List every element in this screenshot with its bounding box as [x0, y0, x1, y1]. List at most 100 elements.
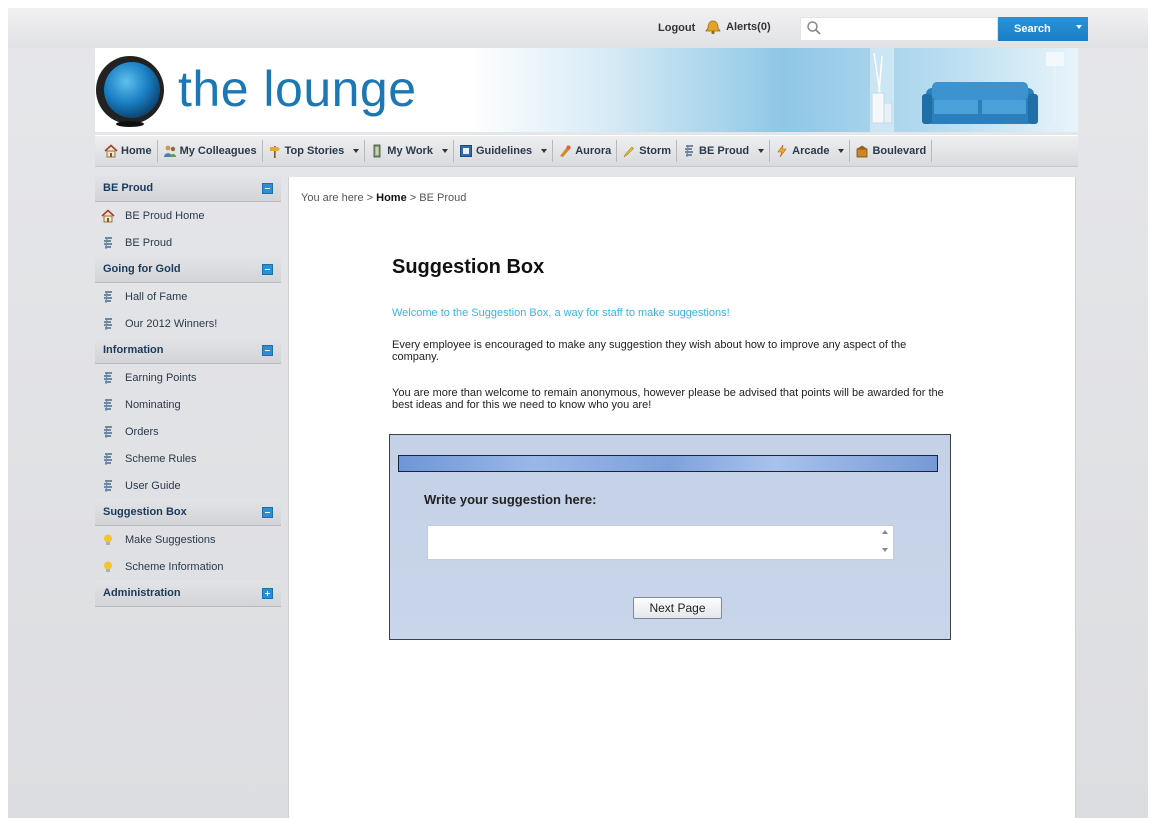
scroll-down-arrow[interactable]	[882, 548, 888, 552]
sidebar-item-user-guide[interactable]: User Guide	[95, 472, 281, 499]
bell-icon	[705, 20, 721, 35]
sidebar-section-title: BE Proud	[103, 182, 154, 194]
be-proud-icon	[101, 425, 115, 439]
sidebar-item-label: User Guide	[125, 479, 181, 492]
nav-item-guidelines[interactable]: Guidelines	[454, 140, 554, 162]
sidebar-item-be-proud[interactable]: BE Proud	[95, 229, 281, 256]
home-icon	[104, 144, 118, 158]
nav-item-home[interactable]: Home	[99, 140, 158, 162]
sidebar-item-be-proud-home[interactable]: BE Proud Home	[95, 202, 281, 229]
colleagues-icon	[163, 144, 177, 158]
chevron-down-icon[interactable]	[541, 149, 548, 153]
next-page-button[interactable]: Next Page	[633, 597, 722, 619]
logo-icon[interactable]	[95, 54, 165, 128]
sidebar-section-title: Administration	[103, 587, 181, 599]
intro-paragraph: Every employee is encouraged to make any…	[392, 339, 907, 363]
sidebar-item-label: Earning Points	[125, 371, 197, 384]
work-icon	[370, 144, 384, 158]
sidebar-item-orders[interactable]: Orders	[95, 418, 281, 445]
nav-item-my-work[interactable]: My Work	[365, 140, 454, 162]
be-proud-icon	[101, 452, 115, 466]
sidebar-item-make-suggestions[interactable]: Make Suggestions	[95, 526, 281, 553]
nav-item-label: Top Stories	[284, 145, 345, 157]
collapse-icon[interactable]	[262, 344, 273, 356]
nav-item-arcade[interactable]: Arcade	[770, 140, 851, 162]
sidebar-section-be-proud[interactable]: BE Proud	[95, 175, 281, 202]
collapse-icon[interactable]	[262, 506, 273, 518]
sidebar-item-our-2012-winners-[interactable]: Our 2012 Winners!	[95, 310, 281, 337]
sidebar-item-label: Our 2012 Winners!	[125, 317, 218, 330]
collapse-icon[interactable]	[262, 182, 273, 194]
nav-item-label: Arcade	[792, 145, 830, 157]
suggestion-textarea[interactable]	[427, 525, 894, 560]
chevron-down-icon[interactable]	[838, 149, 845, 153]
nav-item-aurora[interactable]: Aurora	[553, 140, 618, 162]
sidebar-section-information[interactable]: Information	[95, 337, 281, 364]
nav-item-label: Aurora	[575, 145, 612, 157]
nav-item-label: Home	[121, 145, 152, 157]
home-icon	[101, 208, 115, 223]
form-progress-bar	[398, 455, 938, 472]
search-button[interactable]: Search	[998, 17, 1088, 41]
banner-sofa-image	[870, 48, 1064, 132]
chevron-down-icon[interactable]	[353, 149, 360, 153]
breadcrumb-home[interactable]: Home	[376, 192, 407, 204]
chevron-down-icon[interactable]	[758, 149, 765, 153]
be-proud-icon	[101, 290, 115, 304]
sidebar-section-administration[interactable]: Administration	[95, 580, 281, 607]
nav-item-boulevard[interactable]: Boulevard	[850, 140, 933, 162]
signpost-icon	[268, 144, 282, 158]
nav-item-top-stories[interactable]: Top Stories	[263, 140, 366, 162]
nav-item-my-colleagues[interactable]: My Colleagues	[158, 140, 263, 162]
be-proud-icon	[682, 144, 696, 158]
main-nav: Home My Colleagues Top Stories My Work Guide…	[95, 135, 1078, 167]
guidelines-icon	[459, 144, 473, 158]
lightbulb-icon	[101, 533, 115, 547]
sidebar-item-label: BE Proud Home	[125, 209, 205, 222]
be-proud-icon	[101, 398, 115, 412]
breadcrumb-current: BE Proud	[419, 192, 467, 204]
page-title: Suggestion Box	[392, 256, 545, 278]
nav-item-storm[interactable]: Storm	[617, 140, 678, 162]
sidebar-item-label: Orders	[125, 425, 159, 438]
sidebar-item-scheme-rules[interactable]: Scheme Rules	[95, 445, 281, 472]
logo-text: the lounge	[178, 61, 417, 117]
sidebar-section-suggestion-box[interactable]: Suggestion Box	[95, 499, 281, 526]
chevron-down-icon	[1076, 25, 1082, 29]
sidebar-section-title: Information	[103, 344, 164, 356]
sidebar-section-title: Suggestion Box	[103, 506, 187, 518]
search-button-label: Search	[1014, 23, 1051, 35]
collapse-icon[interactable]	[262, 263, 273, 275]
be-proud-icon	[101, 479, 115, 493]
sidebar-item-label: Make Suggestions	[125, 533, 216, 546]
anonymity-paragraph: You are more than welcome to remain anon…	[392, 387, 944, 411]
scroll-up-arrow[interactable]	[882, 530, 888, 534]
sidebar-item-hall-of-fame[interactable]: Hall of Fame	[95, 283, 281, 310]
breadcrumb-prefix: You are here >	[301, 192, 374, 204]
search-icon	[807, 21, 821, 35]
nav-item-label: Guidelines	[475, 145, 533, 157]
breadcrumb-separator: >	[409, 192, 417, 204]
nav-item-label: Storm	[639, 145, 672, 157]
chevron-down-icon[interactable]	[441, 149, 448, 153]
logout-link[interactable]: Logout	[658, 22, 695, 34]
be-proud-icon	[101, 371, 115, 385]
boulevard-icon	[855, 144, 869, 158]
expand-icon[interactable]	[262, 587, 273, 599]
alerts-link[interactable]: Alerts(0)	[704, 19, 771, 35]
nav-item-label: Boulevard	[872, 145, 927, 157]
sidebar: BE Proud BE Proud Home BE Proud Going for G…	[95, 175, 281, 607]
lightbulb-icon	[101, 560, 115, 574]
nav-item-label: BE Proud	[699, 145, 750, 157]
welcome-text: Welcome to the Suggestion Box, a way for…	[392, 307, 730, 319]
sidebar-section-going-for-gold[interactable]: Going for Gold	[95, 256, 281, 283]
arcade-icon	[775, 144, 789, 158]
search-input[interactable]	[800, 17, 998, 41]
sidebar-item-earning-points[interactable]: Earning Points	[95, 364, 281, 391]
nav-item-label: My Work	[387, 145, 433, 157]
sidebar-item-label: Hall of Fame	[125, 290, 188, 303]
sidebar-item-nominating[interactable]: Nominating	[95, 391, 281, 418]
sidebar-item-scheme-information[interactable]: Scheme Information	[95, 553, 281, 580]
nav-item-be-proud[interactable]: BE Proud	[677, 140, 771, 162]
be-proud-icon	[101, 317, 115, 331]
